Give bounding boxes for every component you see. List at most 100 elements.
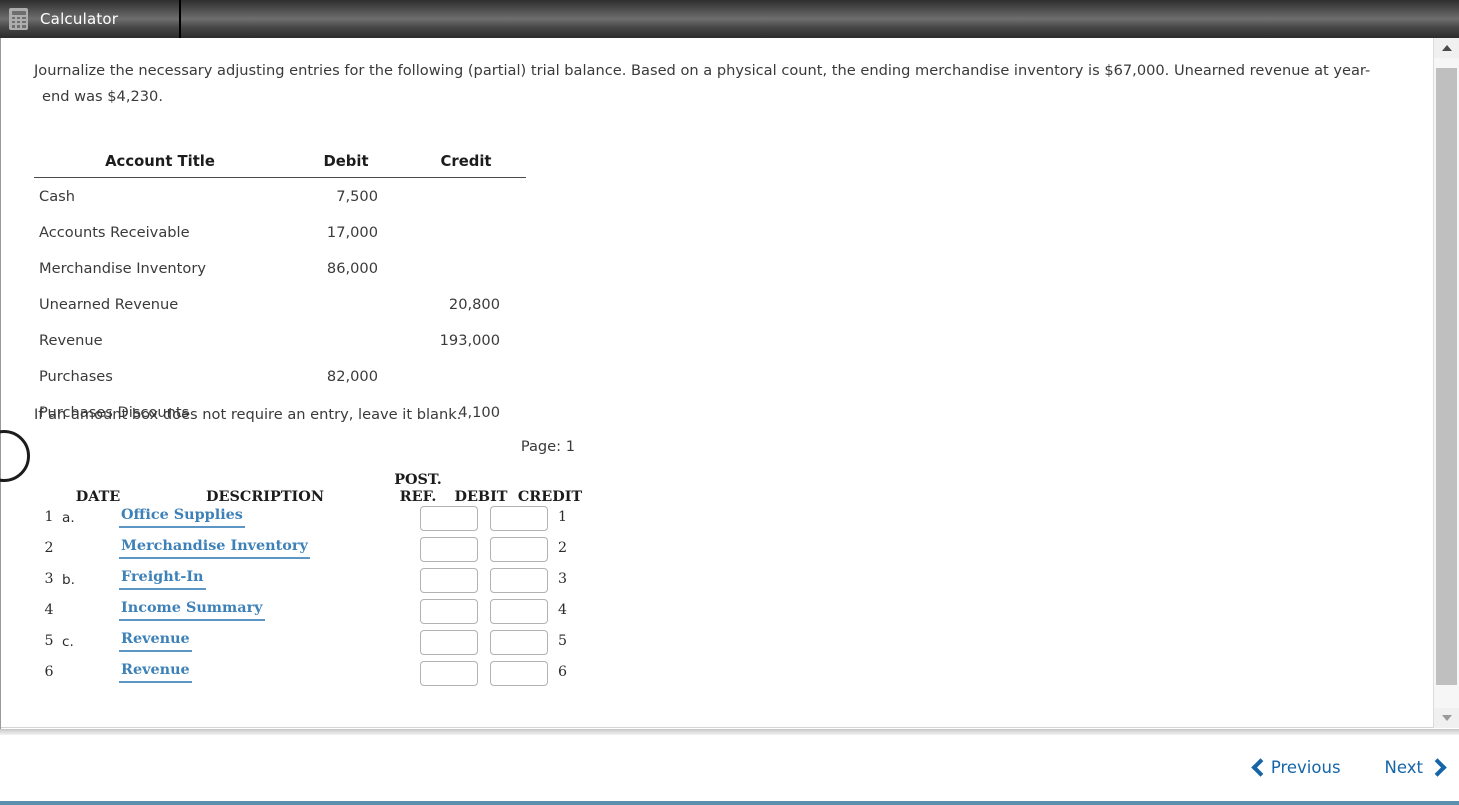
account-debit	[286, 322, 406, 358]
account-debit: 7,500	[336, 187, 378, 205]
calculator-icon	[9, 8, 28, 30]
account-title: Merchandise Inventory	[39, 259, 206, 277]
scroll-down-button[interactable]	[1434, 708, 1459, 728]
account-credit	[406, 178, 526, 215]
credit-input[interactable]	[490, 661, 548, 686]
journal-description-link[interactable]: Freight-In	[119, 568, 206, 590]
journal-header-row: DATE DESCRIPTION POST. REF. DEBIT CREDIT	[34, 463, 594, 505]
journal-page-label: Page: 1	[520, 438, 575, 455]
journal-entry-ref: c.	[62, 634, 74, 650]
journal-line-number: 1	[44, 509, 54, 525]
problem-statement-line1: Journalize the necessary adjusting entri…	[34, 62, 1371, 79]
previous-button[interactable]: Previous	[1253, 758, 1341, 777]
post-ref-line2: REF.	[399, 488, 437, 505]
credit-input[interactable]	[490, 630, 548, 655]
journal-description-link[interactable]: Revenue	[119, 630, 192, 652]
debit-input[interactable]	[420, 599, 478, 624]
calculator-screen	[11, 10, 26, 15]
debit-input[interactable]	[420, 630, 478, 655]
chevron-down-icon	[1441, 715, 1452, 721]
journal-description-link[interactable]: Office Supplies	[119, 506, 245, 528]
column-header-journal-credit: CREDIT	[517, 488, 583, 505]
vertical-scrollbar[interactable]	[1433, 38, 1459, 728]
next-button-label: Next	[1384, 758, 1423, 777]
journal-entry-ref: b.	[62, 572, 75, 588]
table-row: Cash 7,500	[34, 178, 526, 215]
chevron-right-icon	[1430, 759, 1441, 777]
account-credit: 193,000	[439, 331, 500, 349]
journal-description-link[interactable]: Revenue	[119, 661, 192, 683]
journal-line-number: 6	[44, 664, 54, 680]
account-debit	[286, 286, 406, 322]
table-row: Merchandise Inventory 86,000	[34, 250, 526, 286]
scrollbar-track[interactable]	[1434, 58, 1459, 708]
journal-description-link[interactable]: Merchandise Inventory	[119, 537, 310, 559]
column-header-journal-debit: DEBIT	[454, 488, 508, 505]
column-header-date: DATE	[75, 488, 121, 505]
journal-row: 4 Income Summary 4	[34, 598, 594, 629]
journal-table: DATE DESCRIPTION POST. REF. DEBIT CREDIT…	[34, 463, 594, 691]
table-row: Purchases 82,000	[34, 358, 526, 394]
journal-line-number-right: 5	[558, 633, 568, 649]
journal-row: 5 c. Revenue 5	[34, 629, 594, 660]
column-header-post-ref: POST. REF.	[382, 471, 454, 505]
debit-input[interactable]	[420, 537, 478, 562]
journal-row: 1 a. Office Supplies 1	[34, 505, 594, 536]
top-toolbar: Calculator	[0, 0, 1459, 38]
journal-line-number: 2	[44, 540, 54, 556]
scroll-up-button[interactable]	[1434, 38, 1459, 59]
journal-line-number: 3	[44, 571, 54, 587]
journal-line-number: 4	[44, 602, 54, 618]
journal-line-number-right: 2	[558, 540, 568, 556]
calculator-tab-label: Calculator	[40, 10, 119, 28]
journal-row: 3 b. Freight-In 3	[34, 567, 594, 598]
account-title: Revenue	[39, 331, 103, 349]
account-credit	[406, 250, 526, 286]
debit-input[interactable]	[420, 568, 478, 593]
calculator-keys	[11, 16, 26, 28]
credit-input[interactable]	[490, 506, 548, 531]
next-button[interactable]: Next	[1385, 758, 1441, 777]
account-debit: 86,000	[326, 259, 378, 277]
journal-line-number-right: 3	[558, 571, 568, 587]
credit-input[interactable]	[490, 568, 548, 593]
trial-balance-table: Account Title Debit Credit Cash 7,500 Ac…	[34, 150, 526, 430]
bottom-navigation-bar: Previous Next	[0, 729, 1459, 805]
problem-statement-line2: end was $4,230.	[42, 88, 163, 105]
journal-line-number: 5	[44, 633, 54, 649]
table-row: Accounts Receivable 17,000	[34, 214, 526, 250]
account-credit: 20,800	[448, 295, 500, 313]
column-header-debit: Debit	[286, 150, 406, 178]
journal-line-number-right: 1	[558, 509, 568, 525]
journal-row: 6 Revenue 6	[34, 660, 594, 691]
table-row: Revenue 193,000	[34, 322, 526, 358]
post-ref-line1: POST.	[394, 471, 442, 488]
journal-entry-ref: a.	[62, 510, 75, 526]
journal-line-number-right: 6	[558, 664, 568, 680]
calculator-tab[interactable]: Calculator	[0, 0, 181, 38]
account-debit: 17,000	[326, 223, 378, 241]
scrollbar-thumb[interactable]	[1436, 68, 1457, 685]
account-debit: 82,000	[326, 367, 378, 385]
account-title: Purchases	[39, 367, 113, 385]
content-pane: Journalize the necessary adjusting entri…	[0, 38, 1433, 728]
column-header-credit: Credit	[406, 150, 526, 178]
column-header-description: DESCRIPTION	[206, 488, 324, 505]
debit-input[interactable]	[420, 506, 478, 531]
account-credit	[406, 358, 526, 394]
frame-left-border	[0, 38, 1, 729]
journal-row: 2 Merchandise Inventory 2	[34, 536, 594, 567]
amount-box-hint: If an amount box does not require an ent…	[34, 406, 462, 423]
journal-description-link[interactable]: Income Summary	[119, 599, 265, 621]
credit-input[interactable]	[490, 537, 548, 562]
table-row: Unearned Revenue 20,800	[34, 286, 526, 322]
credit-input[interactable]	[490, 599, 548, 624]
account-title: Cash	[39, 187, 75, 205]
problem-statement: Journalize the necessary adjusting entri…	[34, 58, 1420, 110]
journal-line-number-right: 4	[558, 602, 568, 618]
chevron-up-icon	[1441, 45, 1452, 51]
account-title: Unearned Revenue	[39, 295, 179, 313]
debit-input[interactable]	[420, 661, 478, 686]
chevron-left-icon	[1253, 759, 1264, 777]
account-credit	[406, 214, 526, 250]
